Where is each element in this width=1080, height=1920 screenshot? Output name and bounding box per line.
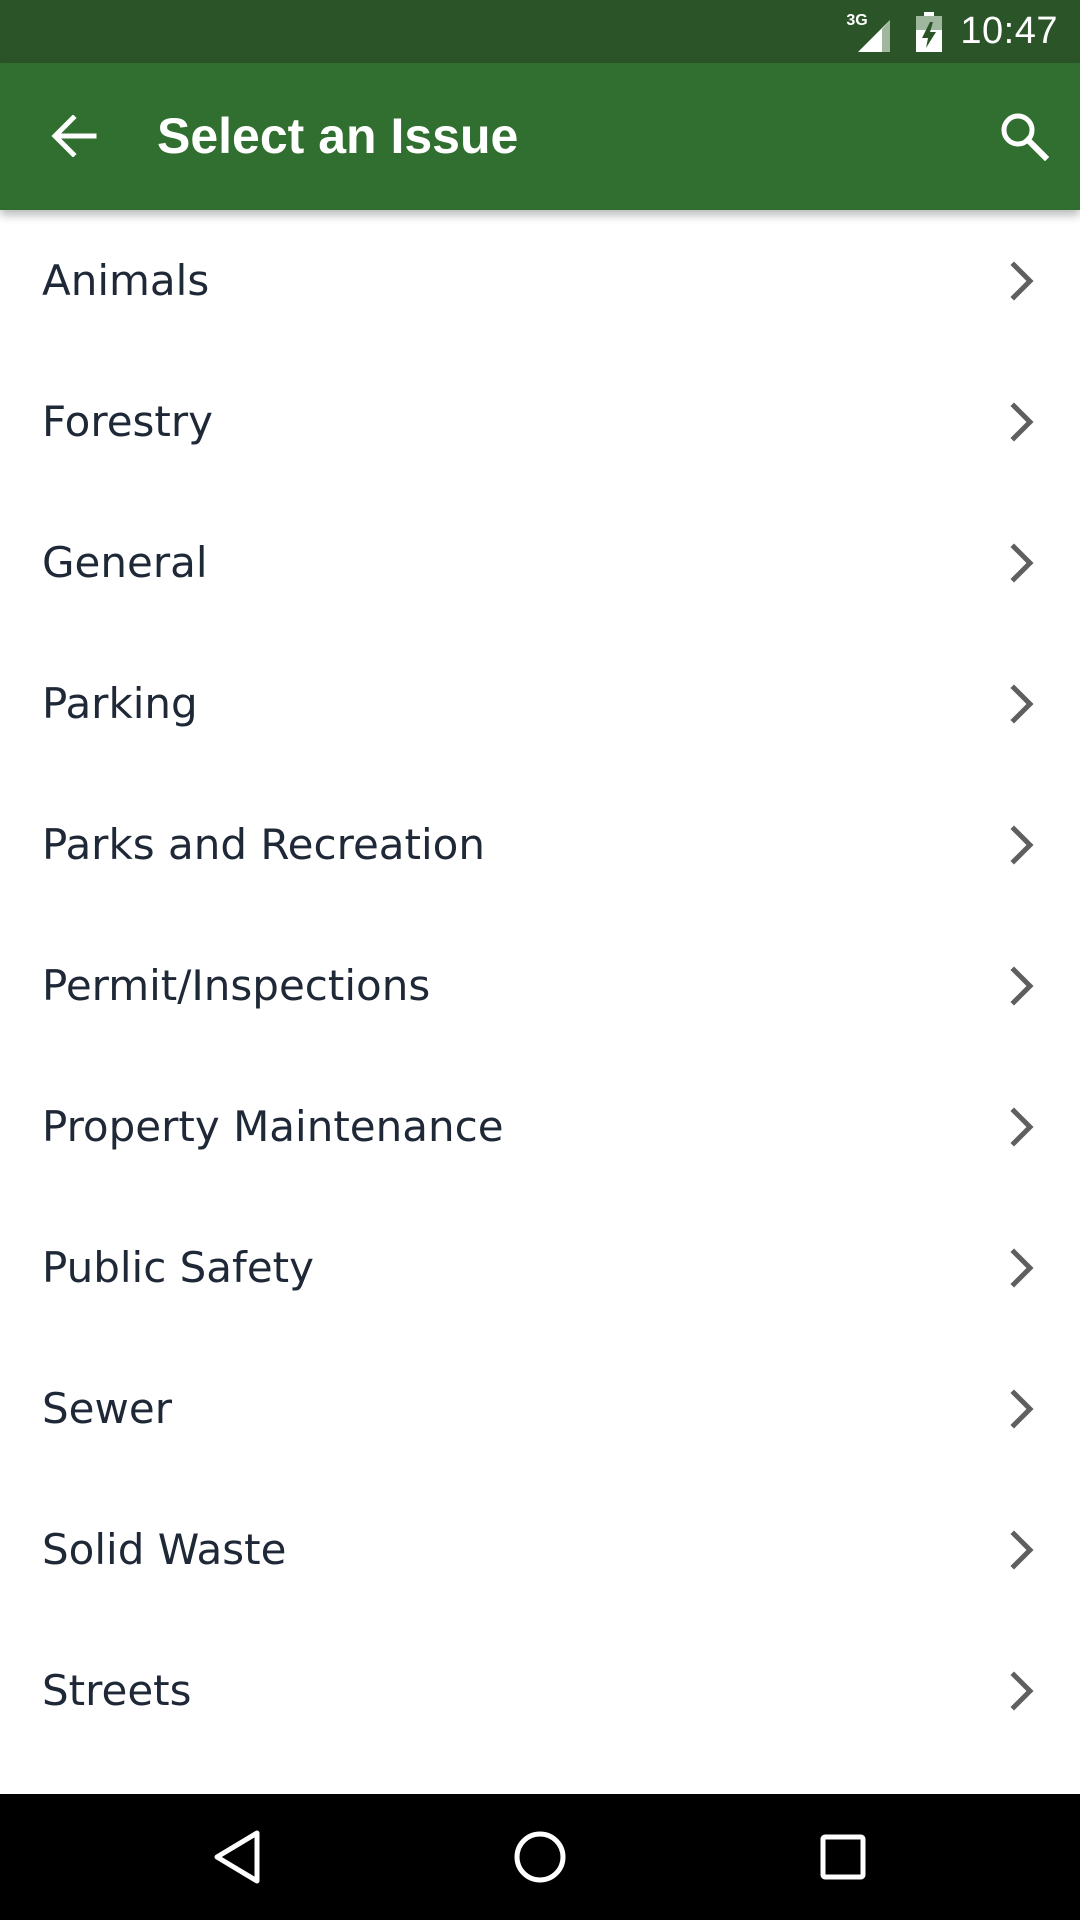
status-icons: 3G 10:47 xyxy=(846,0,1058,63)
system-nav-bar xyxy=(0,1794,1080,1920)
recents-square-icon xyxy=(820,1834,866,1880)
chevron-right-icon xyxy=(1010,1670,1034,1711)
back-triangle-icon xyxy=(214,1830,260,1884)
back-button[interactable] xyxy=(38,100,110,172)
arrow-left-icon xyxy=(51,115,97,157)
issue-label: Permit/Inspections xyxy=(42,961,431,1010)
nav-back-button[interactable] xyxy=(197,1817,277,1897)
nav-home-button[interactable] xyxy=(500,1817,580,1897)
home-circle-icon xyxy=(514,1831,566,1883)
nav-recents-button[interactable] xyxy=(803,1817,883,1897)
chevron-right-icon xyxy=(1010,1247,1034,1288)
issue-list: Animals Forestry General Parking Parks a… xyxy=(0,210,1080,1794)
list-item[interactable]: Animals xyxy=(0,210,1080,351)
chevron-right-icon xyxy=(1010,1529,1034,1570)
chevron-right-icon xyxy=(1010,824,1034,865)
chevron-right-icon xyxy=(1010,1106,1034,1147)
chevron-right-icon xyxy=(1010,965,1034,1006)
issue-label: Sewer xyxy=(42,1384,172,1433)
signal-indicator: 3G xyxy=(846,12,894,52)
list-item[interactable]: Permit/Inspections xyxy=(0,915,1080,1056)
signal-icon xyxy=(858,19,891,52)
chevron-right-icon xyxy=(1010,401,1034,442)
battery-charging-icon xyxy=(916,11,943,52)
issue-label: General xyxy=(42,538,208,587)
issue-label: Forestry xyxy=(42,397,214,446)
chevron-right-icon xyxy=(1010,542,1034,583)
page-title: Select an Issue xyxy=(157,108,519,164)
search-button[interactable] xyxy=(988,100,1060,172)
issue-label: Animals xyxy=(42,256,210,305)
list-item[interactable]: Property Maintenance xyxy=(0,1056,1080,1197)
list-item[interactable]: General xyxy=(0,492,1080,633)
issue-label: Parking xyxy=(42,679,198,728)
list-item[interactable]: Forestry xyxy=(0,351,1080,492)
chevron-right-icon xyxy=(1010,1388,1034,1429)
list-item[interactable]: Parking xyxy=(0,633,1080,774)
chevron-right-icon xyxy=(1010,260,1034,301)
issue-label: Parks and Recreation xyxy=(42,820,485,869)
list-item[interactable]: Public Safety xyxy=(0,1197,1080,1338)
search-icon xyxy=(1001,113,1049,161)
issue-label: Property Maintenance xyxy=(42,1102,504,1151)
issue-label: Public Safety xyxy=(42,1243,314,1292)
list-item[interactable]: Parks and Recreation xyxy=(0,774,1080,915)
chevron-right-icon xyxy=(1010,683,1034,724)
clock: 10:47 xyxy=(960,10,1058,52)
list-item[interactable]: Sewer xyxy=(0,1338,1080,1479)
list-item[interactable]: Streets xyxy=(0,1620,1080,1761)
app-bar: Select an Issue xyxy=(0,63,1080,210)
issue-label: Streets xyxy=(42,1666,192,1715)
issue-label: Solid Waste xyxy=(42,1525,287,1574)
list-item[interactable]: Solid Waste xyxy=(0,1479,1080,1620)
status-bar: 3G 10:47 xyxy=(0,0,1080,63)
